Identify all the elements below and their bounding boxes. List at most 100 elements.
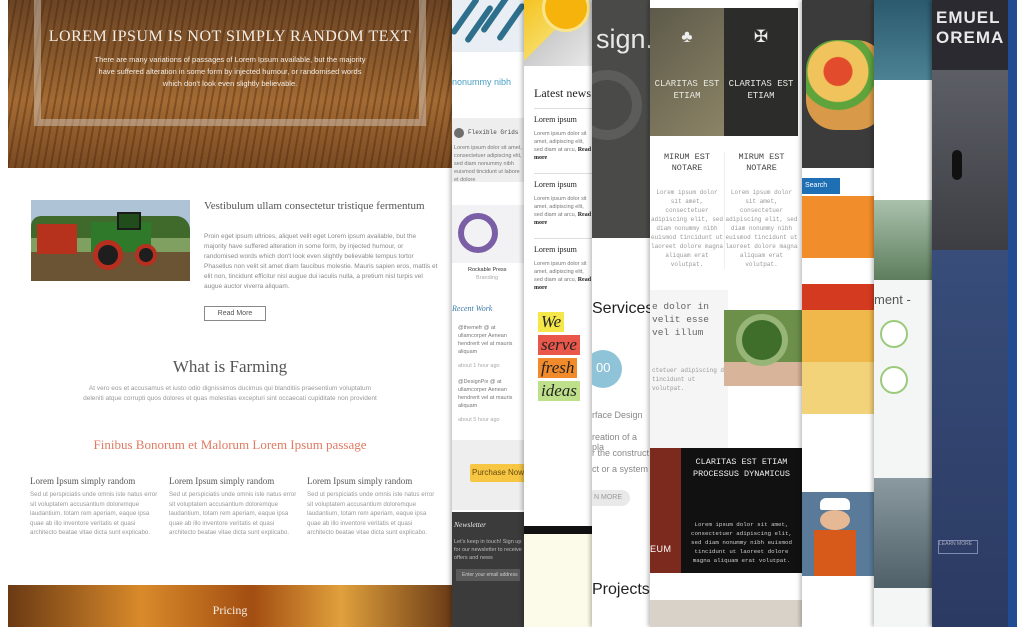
article-body: Proin eget ipsum ultrices, aliquet velit…: [204, 233, 438, 290]
email-input[interactable]: Enter your email address: [456, 569, 520, 581]
service-text: rface Design: [592, 410, 643, 420]
news-item: Lorem ipsum Lorem ipsum dolor sit amet, …: [534, 173, 592, 227]
sandwich-image: [802, 0, 874, 168]
subsection-title: Finibus Bonorum et Malorum Lorem Ipsum p…: [93, 437, 367, 452]
news-title: Lorem ipsum: [534, 180, 577, 189]
projects-heading: Projects: [592, 581, 650, 598]
column-body: Sed ut perspiciatis unde omnis iste natu…: [30, 491, 158, 536]
poster-word: fresh: [538, 358, 578, 378]
pricing-banner: Pricing: [8, 585, 452, 627]
services-heading: Services: [592, 300, 650, 317]
food-template-preview: Search: [802, 0, 874, 627]
feature-text: Lorem ipsum dolor sit amet, consectetuer…: [691, 521, 792, 564]
farming-template-preview: LOREM IPSUM IS NOT SIMPLY RANDOM TEXT Th…: [8, 0, 452, 627]
latest-news-heading: Latest news: [534, 86, 591, 100]
read-more-button[interactable]: Read More: [204, 306, 266, 321]
header-headline: sign.: [596, 24, 650, 54]
tweet: @DesignPix @ at ullamcorper Aenean hendr…: [458, 378, 522, 424]
learn-more-button[interactable]: LEARN MORE: [938, 540, 978, 554]
cream-panel: [524, 534, 592, 627]
tractor-image: [31, 200, 190, 281]
section-heading: ment -: [874, 292, 911, 307]
dark-header: sign.: [592, 0, 650, 238]
purchase-box: Purchase Now: [452, 440, 524, 510]
poster-word: ideas: [538, 381, 580, 401]
bottom-image: [650, 600, 802, 627]
text-block-body: ctetuer adipiscing d tincidunt ut volutp…: [652, 367, 725, 392]
hero-text: There are many variations of passages of…: [94, 55, 366, 88]
grid-icon: [454, 128, 464, 138]
ideas-poster: We serve fresh ideas: [538, 312, 580, 404]
tweet-time: about 1 hour ago: [458, 363, 500, 369]
thumbnail-caption: Rockable Press: [468, 267, 507, 273]
feature-text: Lorem ipsum dolor sit amet, consectetuer…: [454, 145, 522, 183]
landscape-image: [874, 200, 934, 280]
design-template-preview: sign. Services 00 rface Design reation o…: [592, 0, 650, 627]
section-title: What is Farming: [172, 357, 288, 376]
lemon-image: [524, 0, 592, 66]
road-image: [932, 70, 1017, 250]
tile-title: CLARITAS EST ETIAM: [728, 79, 794, 101]
tweet-text: @themefr @ at ullamcorper Aenean hendrer…: [458, 325, 513, 355]
news-item: Lorem ipsum Lorem ipsum dolor sit amet, …: [534, 238, 592, 292]
service-text: r the construct: [592, 448, 650, 458]
service-text: ct or a system: [592, 464, 649, 474]
info-column: Lorem Ipsum simply random Sed ut perspic…: [30, 476, 158, 538]
learn-more-button[interactable]: N MORE: [592, 490, 630, 506]
orange-panel: [802, 196, 874, 258]
tweet-time: about 5 hour ago: [458, 417, 500, 423]
column-body: Sed ut perspiciatis unde omnis iste natu…: [169, 491, 297, 536]
tweet: @themefr @ at ullamcorper Aenean hendrer…: [458, 324, 522, 370]
column-title: Lorem Ipsum simply random: [169, 476, 275, 486]
column-title: Lorem Ipsum simply random: [30, 476, 136, 486]
column-body: Lorem ipsum dolor sit amet, consectetuer…: [725, 189, 798, 268]
newsletter-text: Let's keep in touch! Sign up for our new…: [454, 539, 522, 561]
column-body: Sed ut perspiciatis unde omnis iste natu…: [307, 491, 435, 536]
branding-thumbnail[interactable]: [452, 205, 524, 263]
search-button[interactable]: Search: [802, 178, 840, 194]
brand-name: EMUEL OREMA: [936, 8, 1004, 48]
circle-text: 00: [596, 360, 611, 375]
chef-image: [802, 492, 874, 576]
claritas-template-preview: ♣ CLARITAS EST ETIAM ✠ CLARITAS EST ETIA…: [650, 0, 802, 627]
feature-tile: ♣ CLARITAS EST ETIAM: [650, 8, 724, 136]
feature-circle: [880, 366, 908, 394]
brand-name-line: OREMA: [936, 28, 1005, 47]
feature-box: Flexible Grids Lorem ipsum dolor sit ame…: [452, 118, 524, 183]
newsletter-box: Newsletter Let's keep in touch! Sign up …: [452, 512, 524, 627]
blue-panel: [932, 250, 1017, 627]
nature-template-preview: ment -: [874, 0, 934, 627]
article-title: Vestibulum ullam consectetur tristique f…: [204, 200, 425, 212]
compass-icon: ✠: [753, 27, 769, 46]
news-title: Lorem ipsum: [534, 245, 577, 254]
hero-banner: LOREM IPSUM IS NOT SIMPLY RANDOM TEXT Th…: [8, 0, 452, 168]
newsletter-title: Newsletter: [454, 520, 487, 529]
column-title: MIRUM EST NOTARE: [664, 152, 710, 173]
info-column: MIRUM EST NOTARE Lorem ipsum dolor sit a…: [650, 152, 724, 269]
header-tagline: nonummy nibh: [452, 77, 512, 87]
divider: [524, 526, 592, 534]
feature-title: CLARITAS EST ETIAM PROCESSUS DYNAMICUS: [693, 457, 790, 479]
purchase-button[interactable]: Purchase Now: [470, 464, 524, 482]
column-title: Lorem Ipsum simply random: [307, 476, 413, 486]
service-circle: 00: [592, 350, 622, 388]
people-image: [874, 478, 934, 588]
poster-word: We: [538, 312, 565, 332]
header-image: [874, 0, 934, 80]
dessert-image: [802, 284, 874, 414]
dark-feature-box: CLARITAS EST ETIAM PROCESSUS DYNAMICUS L…: [681, 448, 802, 573]
tile-title: CLARITAS EST ETIAM: [654, 79, 720, 101]
news-title: Lorem ipsum: [534, 115, 577, 124]
news-item: Lorem ipsum Lorem ipsum dolor sit amet, …: [534, 108, 592, 162]
dark-template-preview: EMUEL OREMA LEARN MORE: [932, 0, 1017, 627]
leaf-header-image: [452, 0, 524, 52]
column-title: MIRUM EST NOTARE: [738, 152, 785, 173]
feature-title: Flexible Grids: [468, 129, 519, 136]
pricing-title: Pricing: [212, 603, 248, 617]
white-panel: [874, 80, 934, 200]
edge-panel: [1008, 0, 1017, 627]
red-panel-label: EUM: [650, 544, 672, 554]
poster-word: serve: [538, 335, 580, 355]
portfolio-template-preview: nonummy nibh Flexible Grids Lorem ipsum …: [452, 0, 524, 627]
tree-icon: ♣: [681, 27, 693, 46]
